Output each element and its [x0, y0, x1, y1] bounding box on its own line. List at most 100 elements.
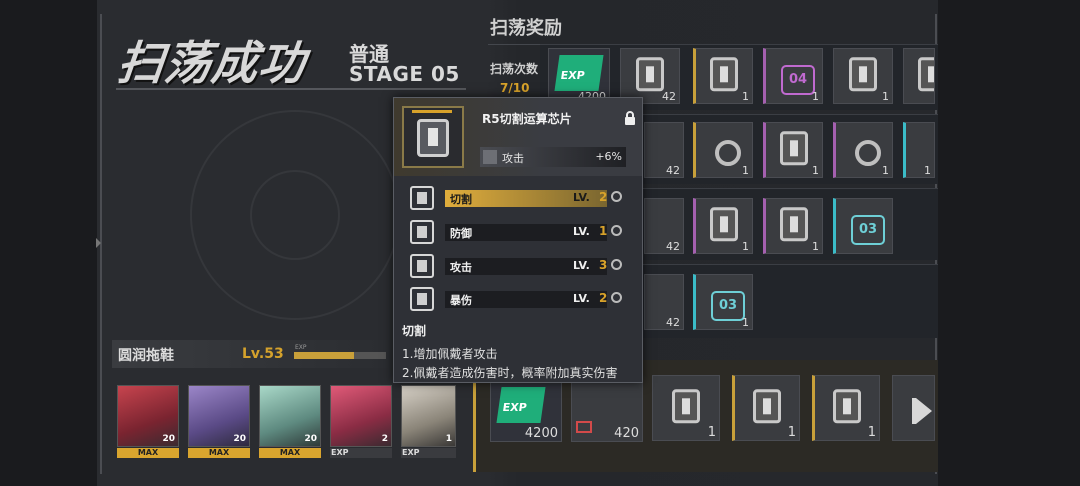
magnifier-icon[interactable]	[611, 292, 622, 303]
module-04-icon: 04	[781, 65, 815, 95]
reward-count: 1	[812, 164, 819, 177]
description-line-2: 2.佩戴者造成伤害时，概率附加真实伤害	[402, 366, 618, 380]
attribute-value: +6%	[595, 150, 622, 163]
description-title: 切割	[402, 324, 427, 338]
skill-level: 1	[599, 224, 608, 238]
reward-module-item[interactable]: 03	[833, 198, 893, 254]
reward-chip-item[interactable]: 1	[693, 198, 753, 254]
lock-icon[interactable]	[622, 110, 638, 126]
description-line-1: 1.增加佩戴者攻击	[402, 347, 498, 361]
skill-row-attack[interactable]: 攻击 LV. 3	[410, 254, 625, 279]
member-tag: MAX	[117, 448, 179, 458]
reward-chip-item[interactable]: 42	[644, 274, 684, 330]
chip-icon	[918, 57, 934, 92]
reward-module-item[interactable]: 04 1	[763, 48, 823, 104]
reward-module-item[interactable]: 03 1	[693, 274, 753, 330]
reward-chip-item[interactable]: 1	[693, 48, 753, 104]
reward-exp-item[interactable]: EXP 4200	[490, 380, 562, 442]
chip-icon	[780, 207, 808, 242]
reward-count: 1	[742, 164, 749, 177]
magnifier-icon[interactable]	[611, 259, 622, 270]
title-underline	[116, 88, 466, 90]
reward-chip-item[interactable]: 1	[652, 375, 720, 441]
reward-exp-item[interactable]: EXP 4200	[548, 48, 610, 104]
magnifier-icon[interactable]	[611, 225, 622, 236]
sweep-count-value: 7/10	[500, 81, 530, 95]
commander-level: Lv.53	[242, 346, 284, 362]
reward-chip-item[interactable]: 1	[763, 198, 823, 254]
member-level: 20	[233, 434, 246, 444]
reward-count: 1	[707, 425, 716, 440]
reward-mail-item[interactable]: 420	[571, 380, 643, 442]
attack-skill-icon	[410, 254, 434, 278]
reward-chip-item[interactable]: 42	[644, 198, 684, 254]
reward-chip-item[interactable]: 42	[620, 48, 680, 104]
exp-icon: EXP	[554, 55, 604, 91]
team-member-4[interactable]: 2	[330, 385, 392, 447]
skill-level-label: LV.	[573, 259, 590, 272]
member-level: 1	[445, 434, 452, 444]
reward-chip-item[interactable]: 1	[763, 122, 823, 178]
sweep-result-screen: 扫荡成功 普通 STAGE 05 扫荡奖励 扫荡次数 7/10 EXP 4200…	[0, 0, 1080, 486]
reward-count: 1	[742, 240, 749, 253]
reward-chip-item[interactable]: 1	[812, 375, 880, 441]
skill-level-label: LV.	[573, 191, 590, 204]
skill-level-label: LV.	[573, 292, 590, 305]
magnifier-icon[interactable]	[611, 191, 622, 202]
member-tag: MAX	[259, 448, 321, 458]
reward-count: 42	[662, 90, 676, 103]
module-03-icon: 03	[851, 215, 885, 245]
chip-icon	[710, 57, 738, 92]
sweep-count-label: 扫荡次数	[490, 62, 539, 76]
gear-icon	[855, 140, 881, 166]
item-detail-popup: R5切割运算芯片 攻击 +6% 切割 LV. 2 防御 LV. 1 攻击 LV.…	[393, 97, 643, 383]
reward-count: 42	[666, 240, 680, 253]
chip-item-icon	[402, 106, 464, 168]
reward-chip-item[interactable]: 42	[644, 122, 684, 178]
rewards-title: 扫荡奖励	[490, 18, 562, 39]
reward-chip-item[interactable]: 1	[833, 48, 893, 104]
right-margin	[938, 0, 1080, 486]
exp-progress-fill	[294, 352, 354, 359]
gear-icon	[715, 140, 741, 166]
chip-icon	[833, 389, 861, 424]
team-member-5[interactable]: 1	[401, 385, 456, 447]
chip-icon	[710, 207, 738, 242]
member-level: 20	[162, 434, 175, 444]
team-member-3[interactable]: 20	[259, 385, 321, 447]
exp-label: EXP	[295, 344, 307, 351]
reward-module-item[interactable]: 1	[903, 122, 935, 178]
reward-chip-item[interactable]: 1	[732, 375, 800, 441]
member-tag: MAX	[188, 448, 250, 458]
skill-row-cut[interactable]: 切割 LV. 2	[410, 186, 625, 211]
skill-row-defense[interactable]: 防御 LV. 1	[410, 220, 625, 245]
team-member-2[interactable]: 20	[188, 385, 250, 447]
cut-skill-icon	[410, 186, 434, 210]
exp-progress-bar	[294, 352, 386, 359]
module-03-icon: 03	[711, 291, 745, 321]
left-margin	[0, 0, 97, 486]
sweep-success-title: 扫荡成功	[114, 36, 309, 90]
emblem-inner-circle	[250, 170, 340, 260]
reward-gear-item[interactable]: 1	[833, 122, 893, 178]
reward-gear-item[interactable]: 1	[693, 122, 753, 178]
reward-count: 1	[742, 90, 749, 103]
reward-count: 1	[812, 90, 819, 103]
member-level: 20	[304, 434, 317, 444]
skill-row-crit-damage[interactable]: 暴伤 LV. 2	[410, 287, 625, 312]
reward-count: 1	[812, 240, 819, 253]
reward-count: 42	[666, 316, 680, 329]
reward-count: 1	[882, 164, 889, 177]
reward-chip-item[interactable]	[903, 48, 935, 104]
member-level: 2	[381, 434, 388, 444]
chip-icon	[636, 57, 664, 92]
member-tag: EXP	[401, 448, 456, 458]
team-member-1[interactable]: 20	[117, 385, 179, 447]
attribute-row: 攻击 +6%	[480, 147, 626, 167]
item-name: R5切割运算芯片	[482, 112, 572, 126]
left-caret-icon	[96, 238, 101, 248]
skill-name: 防御	[450, 227, 472, 240]
rarity-bar	[412, 110, 452, 113]
reward-count: 1	[924, 164, 931, 177]
exp-icon: EXP	[496, 387, 546, 423]
